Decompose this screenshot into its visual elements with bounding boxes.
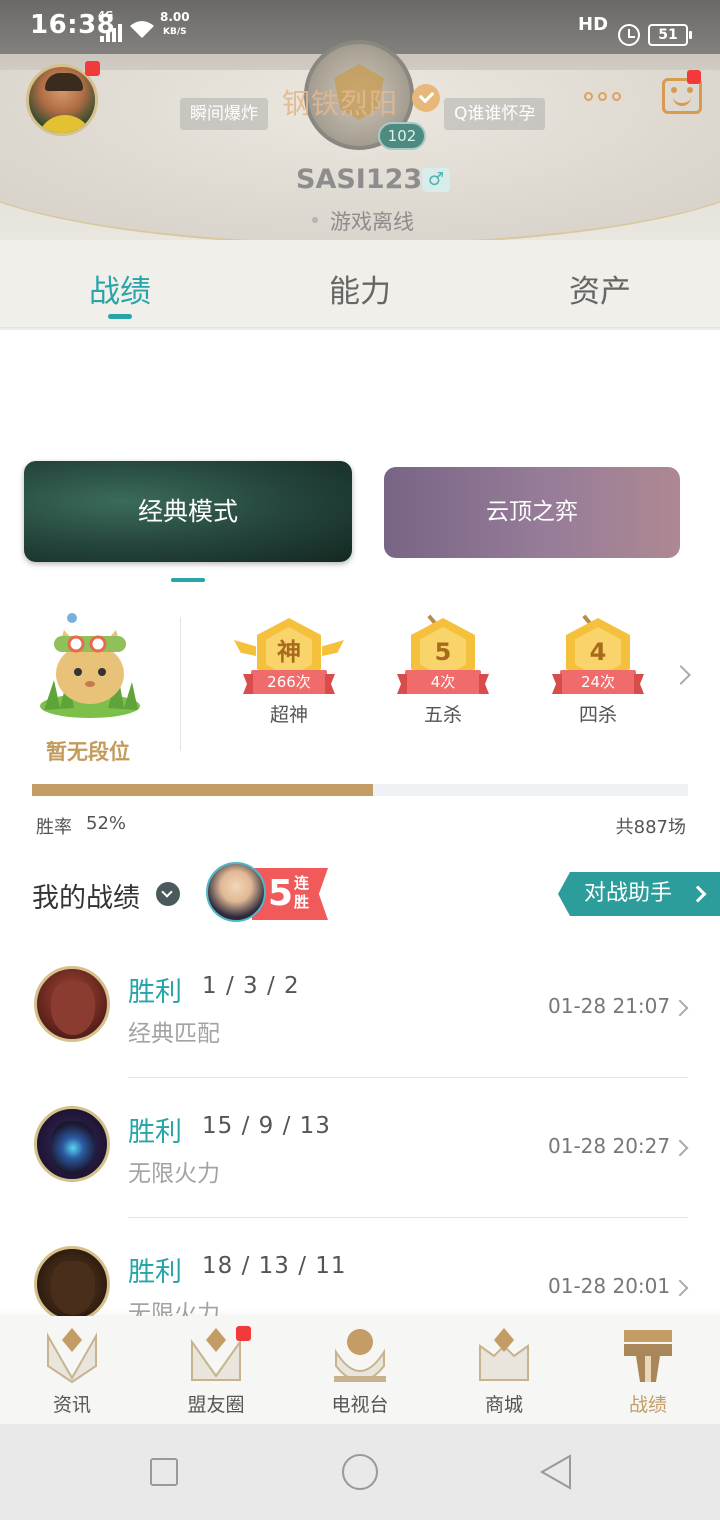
nav-news[interactable]: 资讯 [0,1316,144,1424]
nav-friends[interactable]: 盟友圈 [144,1316,288,1424]
battle-assistant-button[interactable]: 对战助手 [558,872,720,916]
winrate-progress-fill [32,784,374,796]
net-speed-unit: KB/S [163,27,187,37]
tab-assets[interactable]: 资产 [520,266,680,311]
badge-label: 超神 [269,704,308,726]
rank-status: 暂无段位 [46,740,130,764]
verified-icon [412,84,440,112]
nav-label: 盟友圈 [187,1394,245,1416]
badge-pentakill[interactable]: 5 4次 五杀 [388,614,498,727]
total-games: 共887场 [615,817,686,838]
username: SASI123 [296,164,423,195]
news-icon [47,1328,97,1384]
back-icon[interactable] [540,1454,572,1490]
streak-avatar-icon [206,862,266,922]
winrate-value: 52% [86,813,127,834]
match-result: 胜利 [128,1257,182,1288]
badge-label: 四杀 [578,704,617,726]
hd-icon: HD [578,14,609,35]
nav-label: 电视台 [331,1394,389,1416]
more-options-icon[interactable] [584,92,621,101]
battery-icon: 51 [648,24,692,46]
signal-icon [100,24,122,42]
friends-notification-dot [236,1326,251,1341]
tab-ability[interactable]: 能力 [280,266,440,311]
online-status: 游戏离线 [330,210,414,234]
teemo-rank-icon [40,613,140,718]
badge-label: 五杀 [423,704,462,726]
wing-icon [322,640,344,656]
match-time: 01-28 21:07 [548,994,671,1018]
chevron-right-icon [671,1279,689,1297]
tab-active-indicator [108,314,132,319]
rank-divider [180,617,181,751]
match-mode: 无限火力 [128,1161,220,1187]
bottom-navigation: 资讯 盟友圈 电视台 商城 战绩 [0,1316,720,1424]
net-speed-value: 8.00 [160,10,190,24]
streak-text: 连胜 [294,874,310,911]
match-result: 胜利 [128,1117,182,1148]
badge-quadrakill[interactable]: 4 24次 四杀 [543,614,653,727]
battle-assistant-label: 对战助手 [584,881,673,906]
gender-male-icon: ♂ [422,168,450,192]
chevron-right-icon[interactable] [671,665,691,685]
chevron-right-icon [671,1139,689,1157]
match-time: 01-28 20:01 [548,1274,671,1298]
wifi-icon [130,21,154,38]
mode-active-indicator [171,578,205,582]
match-result: 胜利 [128,977,182,1008]
chevron-right-icon [671,999,689,1017]
nav-store[interactable]: 商城 [432,1316,576,1424]
recent-apps-icon[interactable] [150,1458,178,1486]
match-row[interactable]: 胜利 15 / 9 / 13 无限火力 01-28 20:27 [0,1078,720,1218]
winrate-progress-bar [32,784,688,796]
badge-count: 24次 [560,670,636,694]
chevron-down-icon[interactable] [156,882,180,906]
records-icon [624,1330,672,1382]
profile-tag-right: Q谁谁怀孕 [444,98,546,130]
wing-icon [234,640,256,656]
net-speed: 8.00 KB/S [160,11,190,39]
nav-tv[interactable]: 电视台 [288,1316,432,1424]
match-kda: 1 / 3 / 2 [202,973,300,999]
my-records-title[interactable]: 我的战绩 [32,876,140,915]
network-type: 4G [98,10,114,21]
tv-icon [334,1329,386,1382]
champion-avatar [34,1246,110,1322]
profile-tag-left: 瞬间爆炸 [180,98,268,130]
badge-count: 266次 [251,670,327,694]
online-status-dot [312,217,318,223]
mode-card-classic[interactable]: 经典模式 [24,461,352,562]
avatar-notification-dot [85,61,100,76]
home-icon[interactable] [342,1454,378,1490]
nav-label: 商城 [484,1394,523,1416]
level-badge: 102 [378,122,426,150]
tab-records[interactable]: 战绩 [40,266,200,311]
badge-legendary[interactable]: 神 266次 超神 [234,618,344,727]
match-kda: 18 / 13 / 11 [202,1253,347,1279]
streak-count: 5 [268,873,294,914]
champion-avatar [34,966,110,1042]
alarm-icon [618,24,640,46]
app-root: 16:38 4G 8.00 KB/S HD 51 瞬间爆炸 Q谁谁怀孕 钢铁烈阳 … [0,0,720,1520]
match-time: 01-28 20:27 [548,1134,671,1158]
chat-notification-dot [687,70,701,84]
nav-label: 资讯 [52,1394,91,1416]
match-mode: 经典匹配 [128,1021,220,1047]
winrate-label: 胜率 [36,817,72,838]
badge-count: 4次 [405,670,481,694]
nav-records[interactable]: 战绩 [576,1316,720,1424]
mode-card-tft[interactable]: 云顶之弈 [384,467,680,558]
store-icon [479,1328,529,1381]
rank-name: 钢铁烈阳 [282,87,399,120]
champion-avatar [34,1106,110,1182]
nav-label: 战绩 [628,1394,667,1416]
match-row[interactable]: 胜利 1 / 3 / 2 经典匹配 01-28 21:07 [0,938,720,1078]
match-kda: 15 / 9 / 13 [202,1113,331,1139]
